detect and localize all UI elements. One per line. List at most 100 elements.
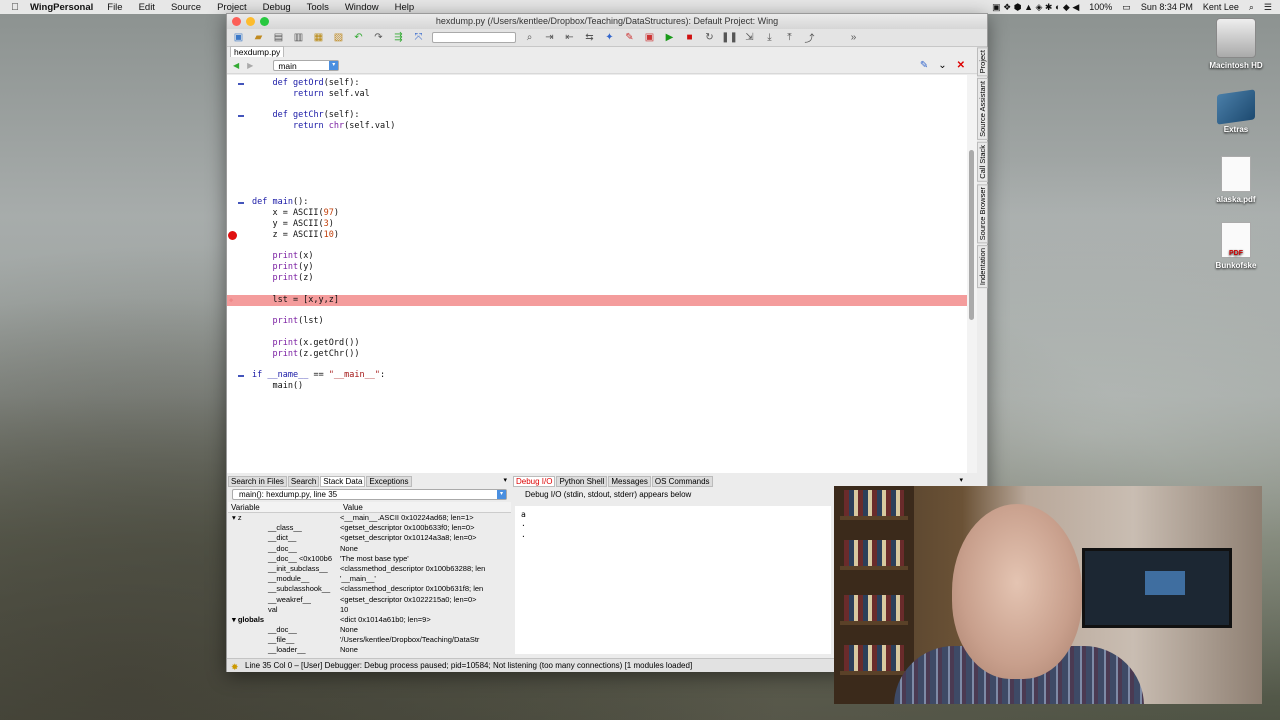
clipboard-icon[interactable]: ▧ (332, 31, 345, 44)
variable-row[interactable]: __init_subclass__ <classmethod_descriptor… (228, 564, 511, 574)
indent-left-icon[interactable]: ⇤ (563, 31, 576, 44)
variable-row[interactable]: __doc__ <0x100b6 'The most base type' (228, 554, 511, 564)
variable-row[interactable]: __class__ <getset_descriptor 0x100b633f0;… (228, 523, 511, 533)
tab-search-in-files[interactable]: Search in Files (228, 476, 287, 487)
panel-menu-icon[interactable]: ▾ (503, 476, 507, 487)
undo-icon[interactable]: ↶ (352, 31, 365, 44)
variable-row[interactable]: __weakref__ <getset_descriptor 0x1022215a… (228, 595, 511, 605)
step-into-icon[interactable]: ⇲ (743, 31, 756, 44)
continue-icon[interactable]: ⤴ (803, 31, 816, 45)
variable-row[interactable]: __doc__ None (228, 544, 511, 554)
side-tab-call-stack[interactable]: Call Stack (977, 142, 988, 182)
variable-name: __loader__ (268, 645, 306, 655)
tab-python-shell[interactable]: Python Shell (556, 476, 608, 487)
tab-search[interactable]: Search (287, 476, 320, 487)
menu-project[interactable]: Project (217, 2, 247, 13)
menu-list-icon[interactable]: ☰ (1264, 2, 1272, 13)
scrollbar-thumb[interactable] (969, 150, 974, 320)
variable-row[interactable]: ▾ globals <dict 0x1014a61b0; len=9> (228, 615, 511, 625)
fold-marker[interactable] (238, 202, 244, 204)
battery-percent[interactable]: 100% (1089, 2, 1112, 12)
options-chevron-icon[interactable]: ⌄ (938, 60, 946, 71)
user-name[interactable]: Kent Lee (1203, 2, 1239, 12)
apple-menu-icon[interactable]:  (0, 2, 30, 13)
desktop-icon-hd[interactable]: Macintosh HD (1201, 18, 1271, 70)
new-file-icon[interactable]: ▣ (232, 31, 245, 44)
menu-file[interactable]: File (107, 2, 122, 13)
variable-row[interactable]: __dict__ <getset_descriptor 0x10124a3a8; … (228, 533, 511, 543)
debug-config-icon[interactable]: ✎ (623, 31, 636, 44)
open-file-icon[interactable]: ▰ (252, 31, 265, 44)
save-all-icon[interactable]: ▥ (292, 31, 305, 44)
restart-icon[interactable]: ↻ (703, 31, 716, 44)
fold-marker[interactable] (238, 115, 244, 117)
variable-row[interactable]: val 10 (228, 605, 511, 615)
stop-debug-icon[interactable]: ■ (683, 31, 696, 44)
more-tools-icon[interactable]: » (847, 31, 860, 44)
clock[interactable]: Sun 8:34 PM (1141, 2, 1193, 12)
menu-debug[interactable]: Debug (263, 2, 291, 13)
print-icon[interactable]: ▦ (312, 31, 325, 44)
python-icon[interactable]: ✦ (603, 31, 616, 44)
tab-exceptions[interactable]: Exceptions (366, 476, 412, 487)
fold-marker[interactable] (238, 83, 244, 85)
step-over-icon[interactable]: ⤓ (763, 31, 776, 44)
column-value[interactable]: Value (340, 502, 363, 512)
variable-row[interactable]: __doc__ None (228, 625, 511, 635)
tab-messages[interactable]: Messages (608, 476, 651, 487)
run-debug-icon[interactable]: ▶ (663, 31, 676, 44)
swap-icon[interactable]: ⇆ (583, 31, 596, 44)
side-tab-source-browser[interactable]: Source Browser (977, 183, 988, 244)
tab-os-commands[interactable]: OS Commands (651, 476, 713, 487)
breakpoint-icon[interactable]: ▣ (643, 31, 656, 44)
breakpoint-marker[interactable] (228, 231, 237, 240)
variable-row[interactable]: __file__ '/Users/kentlee/Dropbox/Teaching… (228, 635, 511, 645)
editor-scrollbar[interactable] (967, 75, 977, 473)
search-icon[interactable]: ⌕ (1249, 2, 1254, 13)
battery-icon[interactable]: ▭ (1122, 2, 1131, 13)
debug-io-output[interactable]: a · · (515, 506, 831, 654)
status-icons[interactable]: ▣ ❖ ⬢ ▲ ◈ ✱ ◐ ◆ ◀ (992, 2, 1079, 13)
column-variable[interactable]: Variable (228, 502, 340, 512)
close-editor-icon[interactable]: ✕ (957, 60, 965, 71)
menu-window[interactable]: Window (345, 2, 379, 13)
close-window-icon[interactable] (232, 17, 241, 26)
menu-edit[interactable]: Edit (139, 2, 155, 13)
tab-debug-io[interactable]: Debug I/O (513, 476, 556, 487)
redo-icon[interactable]: ↷ (372, 31, 385, 44)
fold-marker[interactable] (238, 375, 244, 377)
search-tool-icon[interactable]: ⤧ (412, 31, 425, 44)
menu-help[interactable]: Help (395, 2, 415, 13)
side-tab-indentation[interactable]: Indentation (977, 245, 988, 289)
code-editor[interactable]: def getOrd(self): return self.val def ge… (227, 75, 967, 473)
variable-row[interactable]: __module__ '__main__' (228, 574, 511, 584)
pause-icon[interactable]: ❚❚ (721, 31, 738, 44)
menu-tools[interactable]: Tools (307, 2, 329, 13)
minimize-window-icon[interactable] (246, 17, 255, 26)
side-tab-source-assistant[interactable]: Source Assistant (977, 78, 988, 141)
scope-dropdown[interactable]: main ▾ (273, 60, 340, 71)
toolbar-search-input[interactable] (432, 32, 516, 43)
side-tab-project[interactable]: Project (977, 47, 988, 77)
back-arrow-icon[interactable]: ◀ (233, 61, 239, 70)
forward-arrow-icon[interactable]: ▶ (247, 61, 253, 70)
step-out-icon[interactable]: ⤒ (783, 31, 796, 44)
variable-row[interactable]: __loader__ None (228, 645, 511, 655)
app-menu[interactable]: WingPersonal (30, 2, 93, 13)
indent-icon[interactable]: ⇶ (392, 31, 405, 44)
save-icon[interactable]: ▤ (272, 31, 285, 44)
indent-right-icon[interactable]: ⇥ (543, 31, 556, 44)
variable-row[interactable]: ▾ z <__main__.ASCII 0x10224ad68; len=1> (228, 513, 511, 523)
desktop-icon-extras[interactable]: Extras (1201, 89, 1271, 134)
desktop-icon-bunkofske[interactable]: PDF Bunkofske (1201, 222, 1271, 270)
window-titlebar[interactable]: hexdump.py (/Users/kentlee/Dropbox/Teach… (227, 14, 987, 29)
menu-source[interactable]: Source (171, 2, 201, 13)
file-tab[interactable]: hexdump.py (230, 46, 285, 57)
pin-icon[interactable]: ✎ (920, 60, 928, 71)
stack-frame-dropdown[interactable]: main(): hexdump.py, line 35 ▾ (232, 489, 507, 500)
desktop-icon-alaska[interactable]: alaska.pdf (1201, 156, 1271, 204)
tab-stack-data[interactable]: Stack Data (320, 476, 366, 487)
zoom-window-icon[interactable] (260, 17, 269, 26)
variable-row[interactable]: __subclasshook__ <classmethod_descriptor … (228, 584, 511, 594)
search-icon[interactable]: ⌕ (523, 31, 536, 44)
